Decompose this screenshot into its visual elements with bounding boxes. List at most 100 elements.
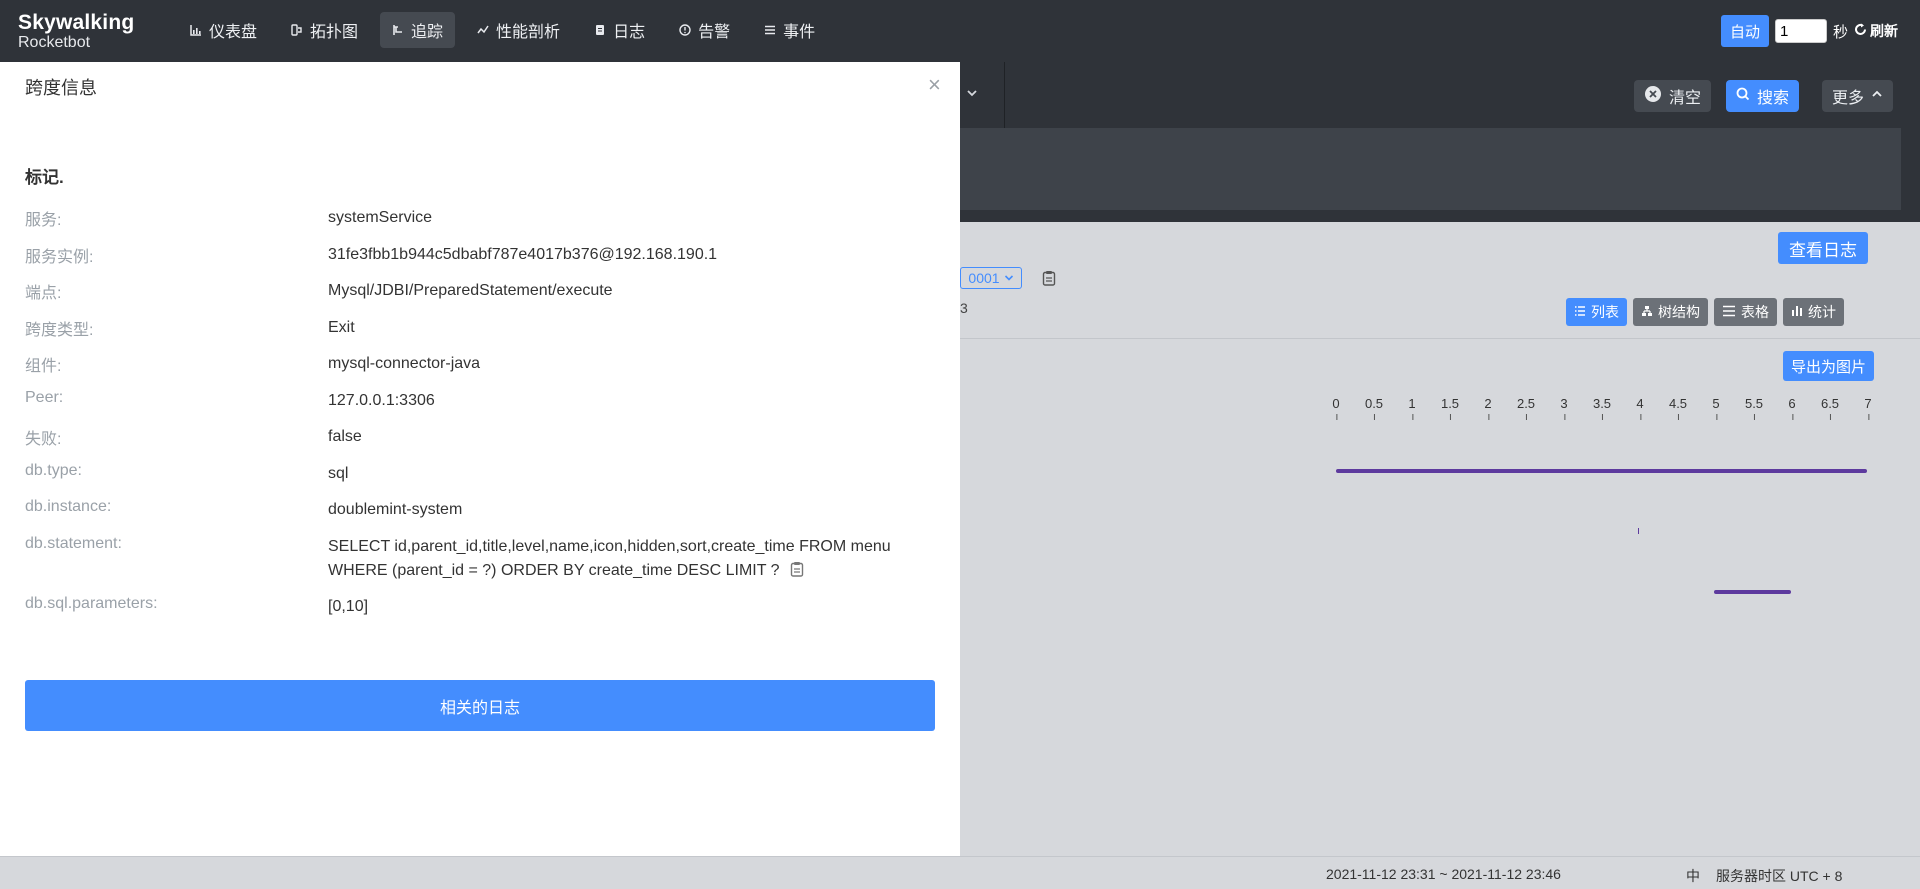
tag-key: Peer:	[25, 389, 64, 406]
axis-tick-label: 4	[1636, 396, 1644, 420]
nav-item-label: 日志	[613, 24, 646, 41]
profile-icon	[477, 24, 489, 36]
nav-item-trace[interactable]: 追踪	[380, 12, 456, 48]
tag-value: sql	[328, 465, 349, 482]
more-button[interactable]: 更多	[1822, 80, 1894, 112]
view-list-button[interactable]: 列表	[1566, 298, 1627, 326]
footer: 2021-11-12 23:31 ~ 2021-11-12 23:46 中 服务…	[0, 856, 1920, 889]
chevron-down-icon[interactable]	[966, 86, 978, 104]
trace-icon	[392, 24, 404, 36]
tag-key: db.type:	[25, 462, 82, 479]
table-icon	[1722, 304, 1736, 320]
span-bar[interactable]	[1638, 528, 1639, 534]
tag-value: SELECT id,parent_id,title,level,name,ico…	[328, 538, 891, 579]
nav-item-logs[interactable]: 日志	[582, 12, 657, 48]
tag-key: db.statement:	[25, 535, 122, 552]
tag-value: systemService	[328, 209, 433, 226]
search-button[interactable]: 搜索	[1726, 80, 1800, 112]
view-table-label: 表格	[1741, 304, 1769, 320]
tag-key: 服务实例:	[25, 249, 94, 266]
axis-tick-label: 3	[1560, 396, 1568, 420]
refresh-button[interactable]: 刷新	[1854, 21, 1898, 41]
search-icon	[1736, 87, 1750, 106]
main-nav: 仪表盘 拓扑图 追踪 性能剖析 日志 告警 事件	[178, 12, 827, 48]
clear-label: 清空	[1669, 90, 1702, 107]
seconds-label: 秒	[1832, 23, 1848, 41]
span-info-drawer: 跨度信息 × 标记. 服务: systemService 服务实例: 31fe3…	[0, 62, 960, 856]
span-bar[interactable]	[1714, 590, 1791, 594]
nav-item-label: 追踪	[411, 24, 444, 41]
nav-item-events[interactable]: 事件	[752, 12, 827, 48]
nav-item-label: 告警	[698, 24, 731, 41]
tag-key: 服务:	[25, 212, 62, 229]
trace-id-select[interactable]: 0001	[960, 267, 1022, 289]
refresh-icon	[1854, 23, 1867, 39]
related-logs-button[interactable]: 相关的日志	[25, 680, 935, 731]
tag-key: 组件:	[25, 358, 62, 375]
tag-key: 失败:	[25, 431, 62, 448]
view-stats-button[interactable]: 统计	[1783, 298, 1844, 326]
axis-tick-label: 0.5	[1364, 396, 1384, 420]
stats-icon	[1791, 304, 1803, 320]
axis-tick-label: 7	[1864, 396, 1872, 420]
tag-value-statement: SELECT id,parent_id,title,level,name,ico…	[328, 535, 953, 585]
copy-icon[interactable]	[1042, 270, 1056, 289]
axis-tick-label: 3.5	[1592, 396, 1612, 420]
auto-refresh-button[interactable]: 自动	[1720, 15, 1769, 47]
tag-value: mysql-connector-java	[328, 355, 481, 372]
span-bar[interactable]	[1336, 469, 1867, 473]
logo[interactable]: Skywalking Rocketbot	[18, 12, 134, 51]
more-label: 更多	[1832, 90, 1865, 107]
view-table-button[interactable]: 表格	[1714, 298, 1777, 326]
timeline-axis: 0 0.5 1 1.5 2 2.5 3 3.5 4 4.5 5 5.5 6 6.5 7	[1332, 396, 1872, 420]
advanced-search-area	[960, 128, 1901, 210]
tag-key: db.sql.parameters:	[25, 595, 158, 612]
tree-icon	[1641, 304, 1653, 320]
view-logs-button[interactable]: 查看日志	[1778, 232, 1868, 264]
refresh-controls: 自动 秒 刷新	[1720, 15, 1898, 47]
tag-value: Exit	[328, 319, 355, 336]
list-icon	[1574, 304, 1586, 320]
axis-tick-label: 2	[1484, 396, 1492, 420]
nav-item-dashboard[interactable]: 仪表盘	[178, 12, 269, 48]
close-icon[interactable]: ×	[928, 72, 941, 98]
log-icon	[594, 24, 606, 36]
axis-tick-label: 0	[1332, 396, 1340, 420]
view-tree-label: 树结构	[1658, 304, 1700, 320]
refresh-interval-input[interactable]	[1774, 19, 1827, 43]
trace-id-value: 0001	[968, 270, 1000, 286]
chevron-down-icon	[1004, 270, 1014, 286]
nav-item-label: 仪表盘	[209, 24, 258, 41]
export-image-button[interactable]: 导出为图片	[1783, 351, 1875, 381]
clear-icon	[1644, 85, 1662, 108]
tag-value: Mysql/JDBI/PreparedStatement/execute	[328, 282, 613, 299]
search-label: 搜索	[1757, 90, 1790, 107]
refresh-label: 刷新	[1870, 23, 1898, 39]
tag-key: 端点:	[25, 285, 62, 302]
tag-key: 跨度类型:	[25, 322, 94, 339]
trace-info-fragment: 3	[960, 300, 968, 316]
axis-tick-label: 1.5	[1440, 396, 1460, 420]
language-toggle[interactable]: 中	[1686, 866, 1700, 886]
copy-icon[interactable]	[790, 561, 804, 585]
nav-item-label: 拓扑图	[310, 24, 359, 41]
nav-item-alarm[interactable]: 告警	[667, 12, 742, 48]
divider	[960, 338, 1920, 339]
clear-button[interactable]: 清空	[1634, 80, 1712, 112]
logo-title: Skywalking	[18, 11, 135, 34]
axis-tick-label: 4.5	[1668, 396, 1688, 420]
tag-value: 127.0.0.1:3306	[328, 392, 435, 409]
logo-subtitle: Rocketbot	[18, 34, 91, 51]
time-range[interactable]: 2021-11-12 23:31 ~ 2021-11-12 23:46	[1326, 866, 1561, 882]
topology-icon	[291, 24, 303, 36]
axis-tick-label: 2.5	[1516, 396, 1536, 420]
chart-icon	[190, 24, 202, 36]
view-tree-button[interactable]: 树结构	[1633, 298, 1708, 326]
tag-value: false	[328, 428, 362, 445]
nav-item-profile[interactable]: 性能剖析	[465, 12, 572, 48]
tag-value: [0,10]	[328, 598, 369, 615]
axis-tick-label: 5.5	[1744, 396, 1764, 420]
event-icon	[764, 24, 776, 36]
tag-value: 31fe3fbb1b944c5dbabf787e4017b376@192.168…	[328, 246, 718, 263]
nav-item-topology[interactable]: 拓扑图	[279, 12, 370, 48]
